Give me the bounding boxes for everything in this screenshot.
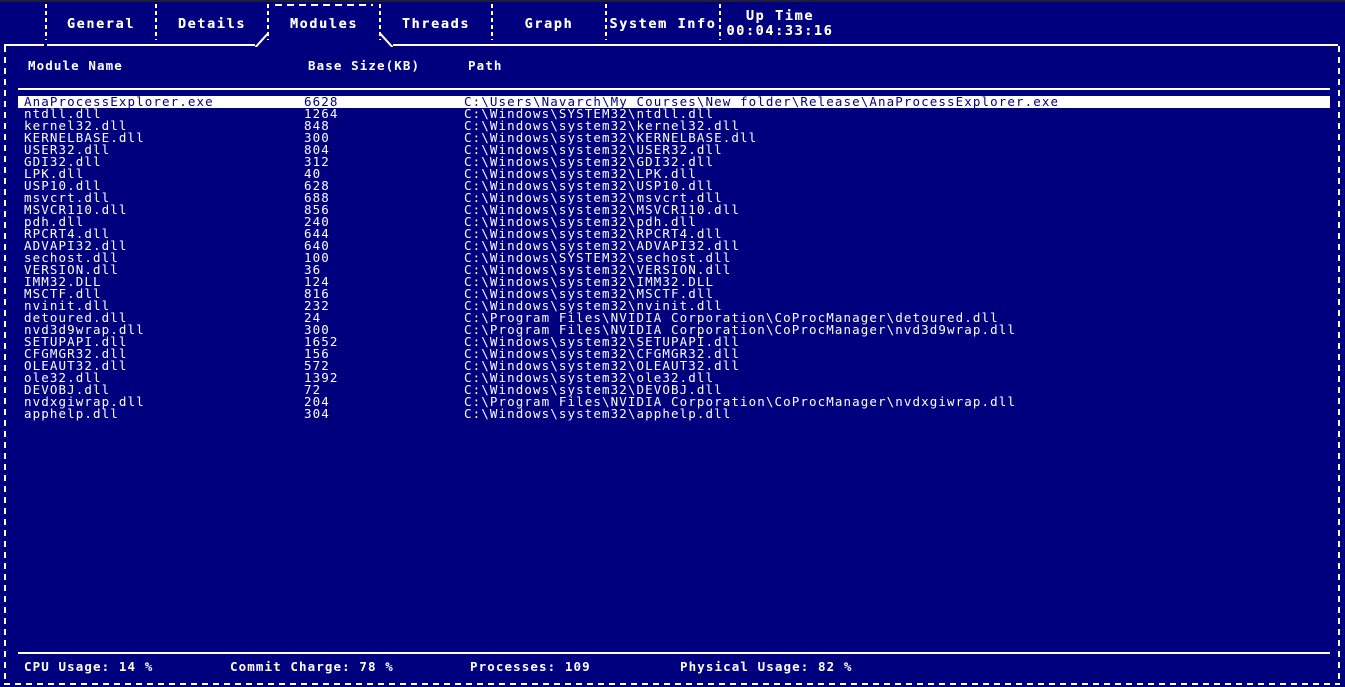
tab-bar: General Details Modules Threads Graph System … (0, 2, 1345, 46)
window-left-border (4, 46, 6, 685)
tab-modules[interactable]: Modules (269, 2, 379, 46)
column-header-base-size[interactable]: Base Size(KB) (308, 58, 420, 73)
tab-sublabel-uptime-value: 00:04:33:16 (726, 23, 834, 39)
column-header-module-name[interactable]: Module Name (28, 58, 123, 73)
active-tab-corner-left (255, 33, 269, 47)
tab-label: Graph (524, 15, 574, 32)
tab-up-time[interactable]: Up Time 00:04:33:16 (721, 2, 839, 46)
window-right-border (1338, 46, 1340, 685)
tab-label: General (66, 15, 136, 32)
tab-label: Details (177, 15, 247, 32)
tab-strip-underline (393, 44, 1338, 46)
cell-path: C:\Windows\system32\apphelp.dll (464, 406, 732, 421)
tab-label: Modules (289, 15, 359, 32)
module-table[interactable]: AnaProcessExplorer.exe 6628 C:\Users\Navar… (18, 95, 1330, 421)
cell-base-size: 304 (304, 406, 330, 421)
status-processes: Processes: 109 (470, 659, 591, 674)
window-bottom-border (4, 683, 1340, 685)
tab-label: System Info (609, 15, 717, 32)
tab-general[interactable]: General (47, 2, 155, 46)
module-table-header: Module Name Base Size(KB) Path (22, 58, 1322, 76)
status-commit-charge: Commit Charge: 78 % (230, 659, 394, 674)
tab-graph[interactable]: Graph (493, 2, 605, 46)
table-row[interactable]: apphelp.dll 304 C:\Windows\system32\apphel… (18, 406, 1330, 421)
status-physical-usage: Physical Usage: 82 % (680, 659, 853, 674)
tab-label: Up Time (745, 8, 815, 24)
header-separator-rule (18, 88, 1330, 90)
tab-strip-underline (47, 44, 255, 46)
tab-label: Threads (401, 15, 471, 32)
tab-strip-underline (4, 44, 44, 46)
active-tab-top-edge (275, 4, 373, 6)
process-explorer-window: General Details Modules Threads Graph System … (0, 0, 1345, 687)
status-bar: CPU Usage: 14 % Commit Charge: 78 % Proces… (18, 659, 1330, 677)
column-header-path[interactable]: Path (468, 58, 503, 73)
tab-system-info[interactable]: System Info (607, 2, 719, 46)
cell-module-name: apphelp.dll (24, 406, 119, 421)
status-separator-rule (18, 652, 1330, 654)
status-cpu-usage: CPU Usage: 14 % (24, 659, 154, 674)
tab-threads[interactable]: Threads (381, 2, 491, 46)
tab-details[interactable]: Details (157, 2, 267, 46)
